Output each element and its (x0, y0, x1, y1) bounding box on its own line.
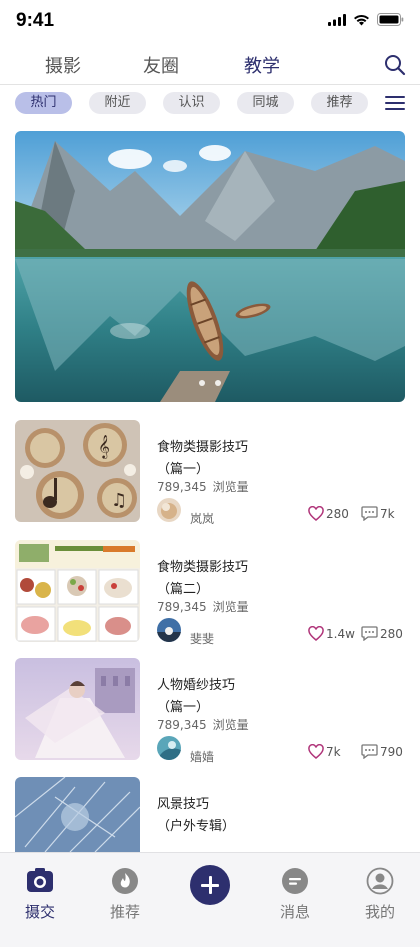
article-thumbnail (15, 658, 140, 760)
tab-friends[interactable]: 友圈 (143, 52, 179, 78)
wifi-icon (354, 14, 369, 25)
comment-count: 280 (380, 626, 403, 641)
flame-icon (112, 868, 138, 894)
status-bar: 9:41 (0, 0, 420, 44)
article-title[interactable]: 人物婚纱技巧 (157, 674, 235, 693)
comment-count: 790 (380, 744, 403, 759)
svg-text:♫: ♫ (111, 490, 127, 511)
like-button[interactable]: 1.4w (308, 626, 355, 641)
chip-recommend[interactable]: 推荐 (311, 92, 368, 114)
user-icon (366, 867, 394, 895)
like-count: 7k (326, 744, 341, 759)
like-button[interactable]: 280 (308, 506, 349, 521)
article-subtitle[interactable]: （篇一） (157, 458, 209, 477)
like-button[interactable]: 7k (308, 744, 341, 759)
article-subtitle[interactable]: （篇一） (157, 696, 209, 715)
svg-text:𝄞: 𝄞 (98, 434, 110, 459)
article-thumbnail: 𝄞 ♫ (15, 420, 140, 522)
message-icon (282, 868, 308, 894)
avatar[interactable] (157, 618, 181, 642)
article-subtitle[interactable]: （篇二） (157, 578, 209, 597)
comment-count: 7k (380, 506, 395, 521)
avatar[interactable] (157, 498, 181, 522)
heart-icon (308, 626, 324, 641)
banner-image (15, 131, 405, 402)
view-count: 789,345 浏览量 (157, 718, 249, 732)
list-item[interactable]: 𝄞 ♫ 食物类摄影技巧 （篇一） 789,345 浏览量 岚岚 280 7k (0, 420, 420, 527)
author-name[interactable]: 斐斐 (190, 630, 214, 647)
comment-button[interactable]: 7k (361, 506, 395, 521)
tab-photography[interactable]: 摄影 (45, 52, 81, 78)
nav-messages[interactable]: 消息 (265, 867, 325, 922)
header-divider (0, 84, 420, 85)
nav-home[interactable]: 摄交 (10, 867, 70, 922)
comment-button[interactable]: 790 (361, 744, 403, 759)
article-subtitle[interactable]: （户外专辑） (157, 815, 235, 834)
comment-icon (361, 744, 378, 759)
heart-icon (308, 506, 324, 521)
battery-icon (377, 13, 404, 26)
view-count: 789,345 浏览量 (157, 480, 249, 494)
status-icons (328, 13, 404, 26)
chip-same-city[interactable]: 同城 (237, 92, 294, 114)
like-count: 1.4w (326, 626, 355, 641)
camera-icon (27, 868, 53, 892)
banner-dot[interactable] (199, 380, 205, 386)
tab-teaching[interactable]: 教学 (244, 52, 280, 78)
menu-icon[interactable] (385, 96, 405, 112)
comment-button[interactable]: 280 (361, 626, 403, 641)
banner-pagination (15, 380, 405, 386)
chip-nearby[interactable]: 附近 (89, 92, 146, 114)
nav-recommend[interactable]: 推荐 (95, 867, 155, 922)
hero-banner[interactable] (15, 131, 405, 402)
plus-icon[interactable] (190, 865, 230, 905)
avatar[interactable] (157, 736, 181, 760)
author-name[interactable]: 嫱嫱 (190, 748, 214, 765)
signal-icon (328, 13, 346, 26)
article-thumbnail (15, 777, 140, 852)
category-chips: 热门 附近 认识 同城 推荐 (0, 92, 420, 116)
heart-icon (308, 744, 324, 759)
chip-acquaintance[interactable]: 认识 (163, 92, 220, 114)
article-title[interactable]: 食物类摄影技巧 (157, 556, 248, 575)
bottom-nav: 摄交 推荐 消息 我的 (0, 852, 420, 947)
author-name[interactable]: 岚岚 (190, 510, 214, 527)
view-count: 789,345 浏览量 (157, 600, 249, 614)
like-count: 280 (326, 506, 349, 521)
nav-profile[interactable]: 我的 (350, 867, 410, 922)
comment-icon (361, 506, 378, 521)
article-title[interactable]: 风景技巧 (157, 793, 209, 812)
search-icon[interactable] (384, 54, 406, 76)
chip-hot[interactable]: 热门 (15, 92, 72, 114)
top-tabs: 摄影 友圈 教学 (0, 52, 420, 82)
article-title[interactable]: 食物类摄影技巧 (157, 436, 248, 455)
banner-dot[interactable] (215, 380, 221, 386)
list-item[interactable]: 食物类摄影技巧 （篇二） 789,345 浏览量 斐斐 1.4w 280 (0, 540, 420, 647)
article-thumbnail (15, 540, 140, 642)
list-item[interactable]: 人物婚纱技巧 （篇一） 789,345 浏览量 嫱嫱 7k 790 (0, 658, 420, 765)
comment-icon (361, 626, 378, 641)
status-time: 9:41 (16, 10, 55, 31)
